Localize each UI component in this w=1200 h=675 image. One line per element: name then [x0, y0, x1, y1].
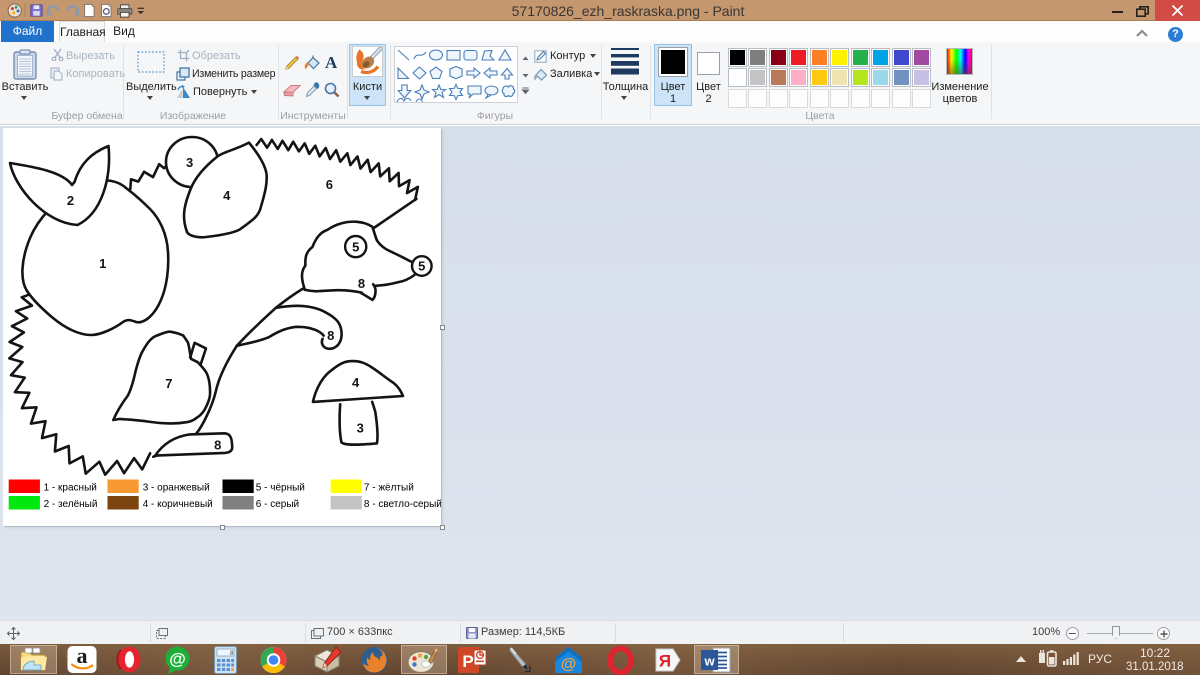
svg-text:6: 6 — [326, 177, 333, 192]
svg-text:1 - красный: 1 - красный — [44, 483, 97, 494]
svg-text:7: 7 — [165, 376, 172, 391]
svg-text:P: P — [462, 652, 473, 671]
svg-text:4 - коричневый: 4 - коричневый — [143, 499, 213, 510]
svg-text:3: 3 — [186, 155, 193, 170]
svg-text:6 - серый: 6 - серый — [256, 499, 299, 510]
svg-text:5: 5 — [352, 239, 359, 254]
svg-text:@: @ — [169, 650, 186, 669]
svg-text:8 - светло-серый: 8 - светло-серый — [364, 499, 441, 510]
svg-text:8: 8 — [214, 438, 221, 453]
svg-text:4: 4 — [223, 188, 231, 203]
svg-text:8: 8 — [327, 328, 334, 343]
svg-text:Я: Я — [659, 652, 671, 671]
svg-text:7 - жёлтый: 7 - жёлтый — [364, 483, 414, 494]
svg-text:2 - зелёный: 2 - зелёный — [44, 499, 98, 510]
svg-text:@: @ — [561, 656, 577, 673]
svg-text:2: 2 — [67, 193, 74, 208]
svg-text:5 - чёрный: 5 - чёрный — [256, 483, 305, 494]
svg-text:8: 8 — [358, 276, 365, 291]
svg-text:3 - оранжевый: 3 - оранжевый — [143, 483, 210, 494]
svg-text:a: a — [77, 646, 88, 668]
svg-text:3: 3 — [357, 421, 364, 436]
svg-text:w: w — [703, 654, 715, 669]
svg-text:1: 1 — [99, 256, 106, 271]
svg-text:4: 4 — [352, 375, 360, 390]
svg-text:5: 5 — [418, 259, 425, 274]
